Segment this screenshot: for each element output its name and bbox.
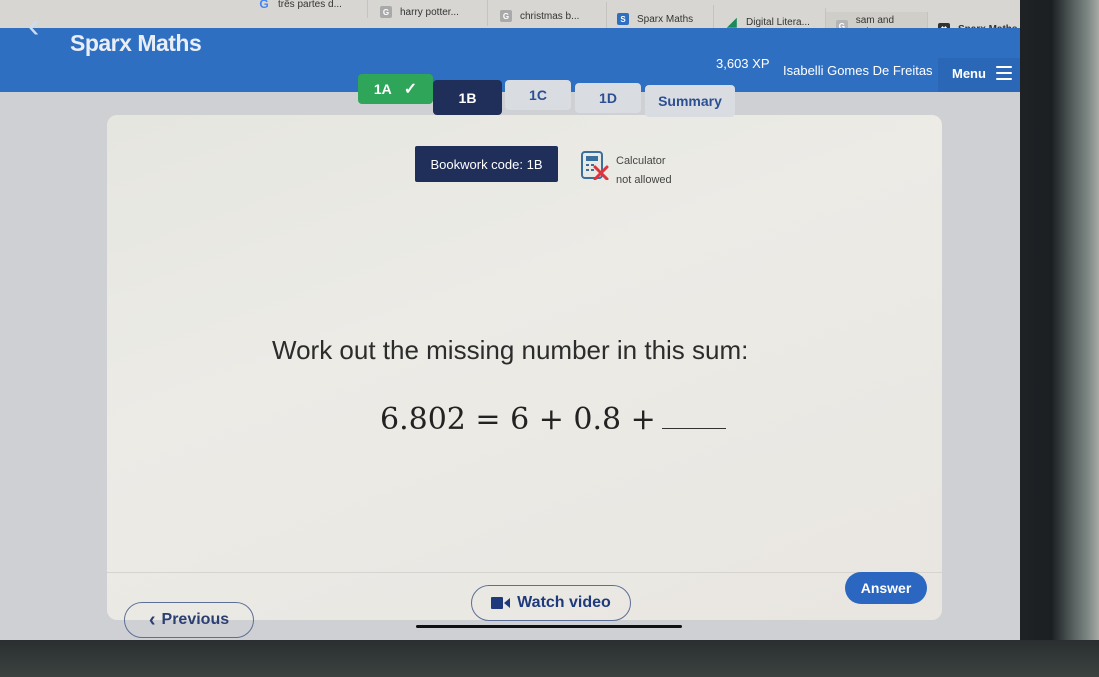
doc-icon: G: [500, 10, 512, 22]
card-divider: [107, 572, 942, 573]
sparx-icon: S: [617, 13, 629, 25]
video-camera-icon: [491, 597, 511, 609]
tab-1c[interactable]: 1C: [505, 80, 571, 110]
browser-tab-label: três partes d...: [278, 0, 342, 10]
xp-count: 3,603 XP: [716, 56, 770, 71]
calculator-not-allowed-label: not allowed: [616, 174, 672, 186]
calculator-not-allowed-icon: [581, 151, 609, 180]
browser-tab-label: harry potter...: [400, 6, 459, 18]
tab-1d[interactable]: 1D: [575, 83, 641, 113]
user-name[interactable]: Isabelli Gomes De Freitas: [783, 63, 933, 78]
tab-label: 1A: [373, 81, 392, 97]
browser-tab[interactable]: G três partes d...: [248, 0, 368, 18]
question-card: [107, 115, 942, 620]
tab-1b[interactable]: 1B: [433, 80, 502, 115]
calculator-status: Calculator not allowed: [616, 152, 672, 190]
watch-video-button[interactable]: Watch video: [471, 585, 631, 621]
menu-button[interactable]: Menu: [952, 66, 986, 81]
chevron-left-icon: ‹: [148, 608, 156, 631]
chevron-left-icon[interactable]: ‹: [28, 9, 39, 43]
calculator-label: Calculator: [616, 155, 666, 167]
previous-label: Previous: [161, 611, 230, 628]
bookwork-code: Bookwork code: 1B: [415, 146, 558, 182]
tab-summary[interactable]: Summary: [645, 85, 735, 117]
google-icon: G: [259, 0, 269, 11]
check-icon: ✓: [403, 81, 418, 98]
tab-label: Summary: [658, 93, 722, 109]
answer-button[interactable]: Answer: [845, 572, 927, 604]
tablet-screen: G três partes d... G harry potter... G c…: [0, 0, 1030, 650]
tab-1a[interactable]: 1A ✓: [358, 74, 433, 104]
browser-tab[interactable]: G harry potter...: [370, 0, 488, 26]
hamburger-icon[interactable]: [996, 66, 1012, 84]
watch-video-label: Watch video: [517, 594, 611, 611]
tab-label: 1C: [529, 87, 547, 103]
question-text: Work out the missing number in this sum:: [272, 335, 749, 365]
home-indicator: [416, 625, 682, 628]
browser-tab-label: Digital Litera...: [746, 16, 810, 28]
tablet-bezel: [1020, 0, 1099, 677]
tab-label: 1D: [599, 90, 617, 106]
equation-text: 6.802 = 6 + 0.8 +: [380, 402, 656, 437]
answer-blank: [661, 402, 726, 429]
browser-tab[interactable]: G christmas b...: [490, 2, 607, 30]
tab-label: 1B: [458, 89, 477, 106]
browser-tab-label: christmas b...: [520, 10, 580, 22]
browser-tab-bar: G três partes d... G harry potter... G c…: [0, 0, 1030, 40]
doc-icon: G: [380, 6, 392, 18]
previous-button[interactable]: ‹ Previous: [124, 602, 254, 638]
tablet-frame-bottom: [0, 640, 1099, 677]
app-title: Sparx Maths: [70, 30, 202, 56]
digital-literacy-icon: ◢: [727, 15, 737, 29]
browser-tab-label: Sparx Maths: [637, 13, 694, 25]
equation: 6.802 = 6 + 0.8 +: [380, 402, 726, 437]
